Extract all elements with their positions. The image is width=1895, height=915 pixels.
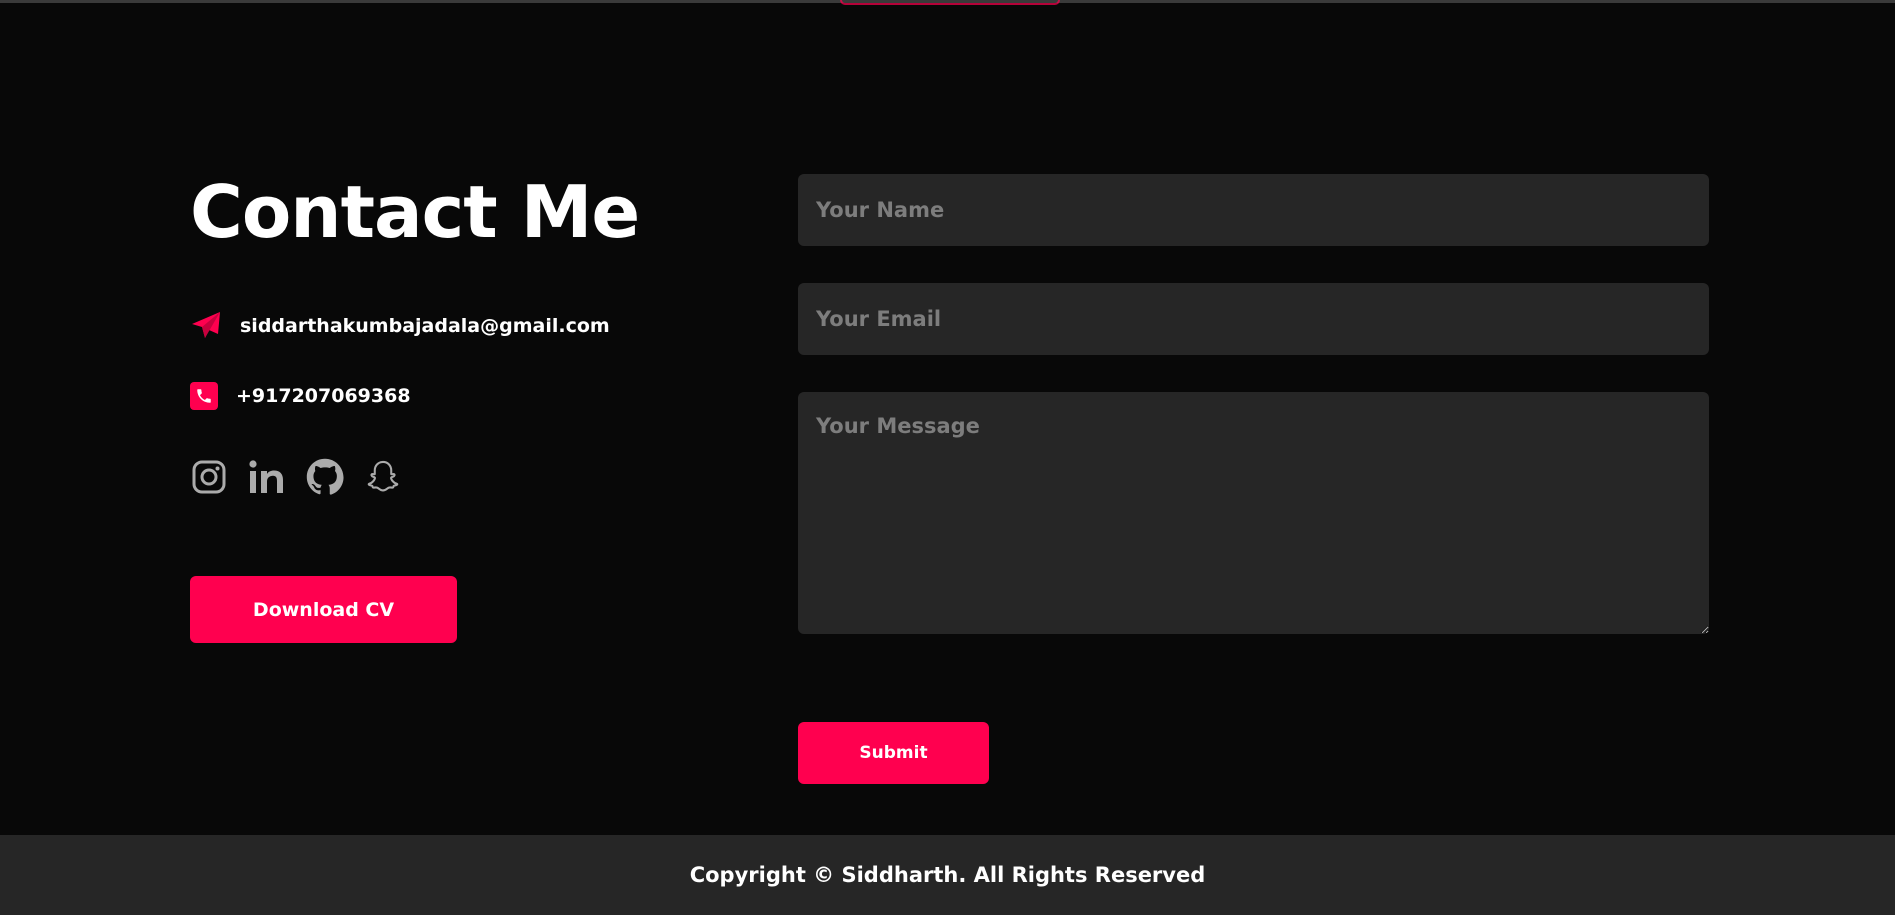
email-row: siddarthakumbajadala@gmail.com (190, 310, 750, 342)
linkedin-icon[interactable] (248, 458, 286, 496)
paper-plane-icon (190, 310, 222, 342)
top-accent-bar (840, 0, 1060, 5)
name-input[interactable] (798, 174, 1709, 246)
phone-text[interactable]: +917207069368 (236, 385, 411, 407)
download-cv-button[interactable]: Download CV (190, 576, 457, 643)
social-links (190, 458, 750, 496)
phone-row: +917207069368 (190, 382, 750, 410)
contact-form: Submit (798, 174, 1709, 784)
phone-icon (190, 382, 218, 410)
message-textarea[interactable] (798, 392, 1709, 634)
github-icon[interactable] (306, 458, 344, 496)
contact-info-section: Contact Me siddarthakumbajadala@gmail.co… (190, 170, 750, 643)
copyright-text: Copyright © Siddharth. All Rights Reserv… (689, 863, 1206, 887)
email-text[interactable]: siddarthakumbajadala@gmail.com (240, 315, 610, 337)
email-input[interactable] (798, 283, 1709, 355)
submit-button[interactable]: Submit (798, 722, 989, 784)
snapchat-icon[interactable] (364, 458, 402, 496)
instagram-icon[interactable] (190, 458, 228, 496)
footer: Copyright © Siddharth. All Rights Reserv… (0, 835, 1895, 915)
page-title: Contact Me (190, 170, 640, 254)
